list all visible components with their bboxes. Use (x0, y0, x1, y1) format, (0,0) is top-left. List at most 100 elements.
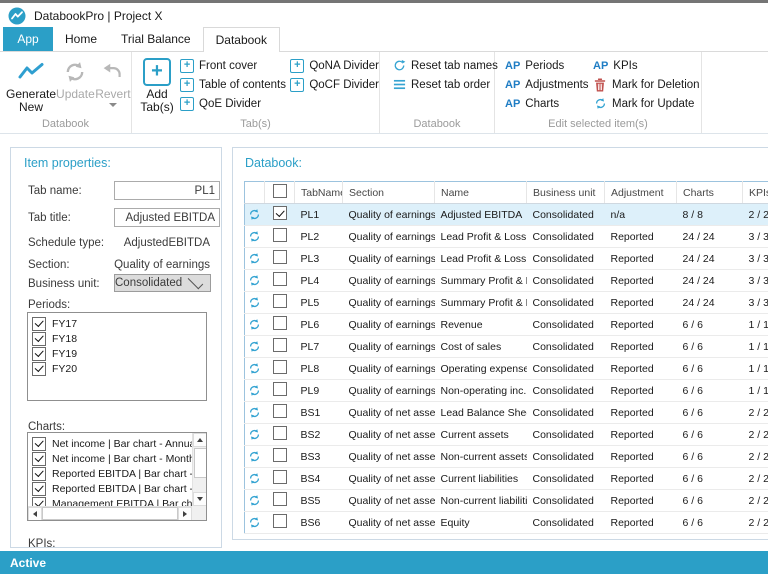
tab-databook[interactable]: Databook (203, 27, 280, 52)
qocf-divider-button[interactable]: + QoCF Divider (290, 75, 379, 94)
qona-divider-button[interactable]: + QoNA Divider (290, 56, 379, 75)
row-checkbox[interactable] (273, 250, 287, 264)
row-refresh-icon[interactable] (245, 512, 265, 534)
checkbox[interactable] (32, 482, 46, 496)
scrollbar-thumb[interactable] (42, 507, 178, 520)
table-row[interactable]: PL8Quality of earningsOperating expenses… (245, 358, 768, 380)
row-checkbox[interactable] (273, 272, 287, 286)
row-refresh-icon[interactable] (245, 424, 265, 446)
row-refresh-icon[interactable] (245, 490, 265, 512)
row-checkbox[interactable] (273, 470, 287, 484)
row-checkbox[interactable] (273, 228, 287, 242)
table-row[interactable]: BS2Quality of net assetsCurrent assetsCo… (245, 424, 768, 446)
list-item[interactable]: Net income | Bar chart - Annual (32, 436, 192, 451)
row-checkbox[interactable] (273, 316, 287, 330)
table-row[interactable]: PL6Quality of earningsRevenueConsolidate… (245, 314, 768, 336)
table-row[interactable]: PL3Quality of earningsLead Profit & Loss… (245, 248, 768, 270)
row-refresh-icon[interactable] (245, 204, 265, 226)
select-all-checkbox[interactable] (273, 184, 287, 198)
vertical-scrollbar[interactable] (192, 433, 206, 506)
reset-tab-order-button[interactable]: Reset tab order (392, 75, 494, 94)
row-checkbox[interactable] (273, 294, 287, 308)
row-checkbox[interactable] (273, 382, 287, 396)
table-row[interactable]: PL7Quality of earningsCost of salesConso… (245, 336, 768, 358)
qoe-divider-button[interactable]: + QoE Divider (180, 94, 290, 113)
row-refresh-icon[interactable] (245, 468, 265, 490)
list-item[interactable]: Reported EBITDA | Bar chart - Monthly (32, 481, 192, 496)
scrollbar-thumb[interactable] (194, 448, 207, 478)
row-refresh-icon[interactable] (245, 402, 265, 424)
scroll-left-button[interactable] (28, 507, 42, 521)
row-refresh-icon[interactable] (245, 314, 265, 336)
list-item[interactable]: FY19 (32, 346, 206, 361)
list-item[interactable]: Reported EBITDA | Bar chart - Annual (32, 466, 192, 481)
row-checkbox[interactable] (273, 492, 287, 506)
scroll-down-button[interactable] (193, 492, 207, 506)
column-header[interactable]: Section (343, 182, 435, 204)
row-checkbox[interactable] (273, 360, 287, 374)
ap-periods-button[interactable]: AP Periods (505, 56, 585, 75)
table-row[interactable]: BS3Quality of net assetsNon-current asse… (245, 446, 768, 468)
generate-new-button[interactable]: Generate New (6, 56, 56, 114)
row-refresh-icon[interactable] (245, 358, 265, 380)
row-refresh-icon[interactable] (245, 226, 265, 248)
table-row[interactable]: BS1Quality of net assetsLead Balance She… (245, 402, 768, 424)
row-checkbox[interactable] (273, 514, 287, 528)
table-of-contents-button[interactable]: + Table of contents (180, 75, 290, 94)
ap-charts-button[interactable]: AP Charts (505, 94, 585, 113)
row-refresh-icon[interactable] (245, 336, 265, 358)
row-checkbox[interactable] (273, 426, 287, 440)
ap-adjustments-button[interactable]: AP Adjustments (505, 75, 585, 94)
checkbox[interactable] (32, 317, 46, 331)
ap-kpis-button[interactable]: AP KPIs (593, 56, 700, 75)
checkbox[interactable] (32, 347, 46, 361)
checkbox[interactable] (32, 497, 46, 507)
column-header[interactable]: Business unit (527, 182, 605, 204)
revert-dropdown-caret[interactable] (109, 103, 117, 107)
tab-title-input[interactable] (114, 208, 220, 227)
table-row[interactable]: PL9Quality of earningsNon-operating inc.… (245, 380, 768, 402)
column-header[interactable]: TabName (295, 182, 343, 204)
row-refresh-icon[interactable] (245, 380, 265, 402)
checkbox[interactable] (32, 362, 46, 376)
list-item[interactable]: FY17 (32, 316, 206, 331)
tab-trial-balance[interactable]: Trial Balance (109, 27, 203, 51)
tab-home[interactable]: Home (53, 27, 109, 51)
row-refresh-icon[interactable] (245, 270, 265, 292)
horizontal-scrollbar[interactable] (28, 506, 192, 520)
table-row[interactable]: BS4Quality of net assetsCurrent liabilit… (245, 468, 768, 490)
tab-name-input[interactable] (114, 181, 220, 200)
add-tabs-button[interactable]: + Add Tab(s) (138, 52, 176, 114)
list-item[interactable]: FY18 (32, 331, 206, 346)
row-refresh-icon[interactable] (245, 248, 265, 270)
table-row[interactable]: PL4Quality of earningsSummary Profit & L… (245, 270, 768, 292)
row-checkbox[interactable] (273, 338, 287, 352)
checkbox[interactable] (32, 467, 46, 481)
row-refresh-icon[interactable] (245, 292, 265, 314)
periods-listbox[interactable]: FY17FY18FY19FY20 (27, 312, 207, 401)
row-checkbox[interactable] (273, 404, 287, 418)
list-item[interactable]: Management EBITDA | Bar chart - Annual (32, 496, 192, 506)
checkbox[interactable] (32, 437, 46, 451)
column-header[interactable]: Adjustment (605, 182, 677, 204)
checkbox[interactable] (32, 332, 46, 346)
reset-tab-names-button[interactable]: Reset tab names (392, 56, 494, 75)
mark-for-deletion-button[interactable]: Mark for Deletion (593, 75, 700, 94)
mark-for-update-button[interactable]: Mark for Update (593, 94, 700, 113)
row-refresh-icon[interactable] (245, 446, 265, 468)
table-row[interactable]: BS6Quality of net assetsEquityConsolidat… (245, 512, 768, 534)
business-unit-dropdown[interactable]: Consolidated (114, 274, 211, 292)
checkbox[interactable] (32, 452, 46, 466)
scroll-right-button[interactable] (178, 507, 192, 521)
table-row[interactable]: BS5Quality of net assetsNon-current liab… (245, 490, 768, 512)
column-header[interactable]: Name (435, 182, 527, 204)
row-checkbox[interactable] (273, 206, 287, 220)
column-header[interactable]: Charts (677, 182, 743, 204)
scroll-up-button[interactable] (193, 433, 207, 447)
table-row[interactable]: PL1Quality of earningsAdjusted EBITDACon… (245, 204, 768, 226)
table-row[interactable]: PL5Quality of earningsSummary Profit & L… (245, 292, 768, 314)
column-header[interactable]: KPIs (743, 182, 768, 204)
row-checkbox[interactable] (273, 448, 287, 462)
list-item[interactable]: Net income | Bar chart - Monthly (32, 451, 192, 466)
update-button[interactable]: Update (56, 56, 95, 114)
